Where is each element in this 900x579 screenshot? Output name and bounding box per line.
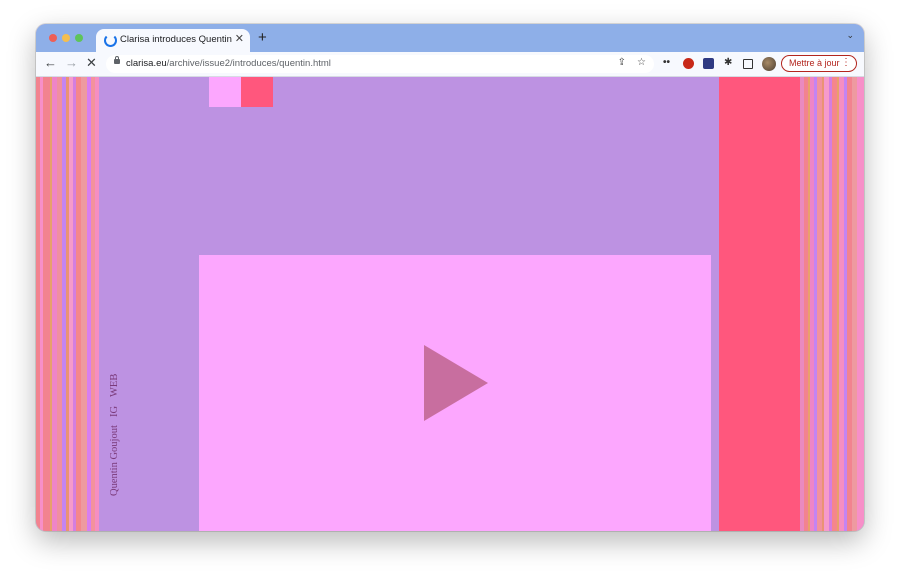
address-bar[interactable]: clarisa.eu/archive/issue2/introduces/que…	[106, 55, 654, 73]
web-link[interactable]: WEB	[109, 374, 120, 397]
browser-window: Clarisa introduces Quentin ✕ + ⌄ ← → ✕ c…	[36, 24, 864, 531]
red-band	[719, 77, 800, 531]
red-square	[241, 77, 273, 107]
update-button[interactable]: Mettre à jour ⋮	[781, 55, 857, 72]
page-content: WEB IG Quentin Goujout	[36, 77, 864, 531]
pink-square	[209, 77, 241, 107]
tab-search-chevron-down-icon[interactable]: ⌄	[846, 30, 854, 41]
update-button-label: Mettre à jour	[789, 58, 840, 68]
puzzle-icon[interactable]: ✱	[724, 57, 732, 68]
toolbar: ← → ✕ clarisa.eu/archive/issue2/introduc…	[36, 52, 864, 77]
kebab-menu-icon[interactable]: ⋮	[841, 57, 851, 68]
tab-title: Clarisa introduces Quentin	[120, 34, 232, 45]
minimize-window-button[interactable]	[62, 34, 70, 42]
zoom-window-button[interactable]	[75, 34, 83, 42]
name-link[interactable]: Quentin Goujout	[109, 425, 120, 496]
back-button[interactable]: ←	[44, 55, 57, 70]
play-icon[interactable]	[424, 345, 488, 421]
video-player[interactable]	[199, 255, 711, 531]
loading-spinner-icon	[104, 34, 117, 47]
lock-icon[interactable]	[114, 56, 120, 64]
main-area: WEB IG Quentin Goujout	[99, 77, 719, 531]
tab-strip: Clarisa introduces Quentin ✕ + ⌄	[36, 24, 864, 52]
forward-button[interactable]: →	[65, 55, 78, 70]
avatar[interactable]	[762, 57, 776, 71]
star-icon[interactable]: ☆	[637, 57, 646, 68]
sidepanel-icon[interactable]	[743, 59, 753, 69]
stop-loading-button[interactable]: ✕	[86, 55, 97, 71]
new-tab-button[interactable]: +	[258, 29, 267, 46]
ig-link[interactable]: IG	[109, 406, 120, 417]
tab-close-icon[interactable]: ✕	[235, 32, 244, 45]
url-host: clarisa.eu	[126, 58, 167, 69]
left-stripes	[36, 77, 99, 531]
ublock-icon[interactable]	[683, 58, 694, 69]
bolt-extension-icon[interactable]	[703, 58, 714, 69]
close-window-button[interactable]	[49, 34, 57, 42]
url-text[interactable]: clarisa.eu/archive/issue2/introduces/que…	[126, 58, 331, 69]
url-path: /archive/issue2/introduces/quentin.html	[166, 58, 331, 69]
extension-dots-icon[interactable]: ••	[663, 57, 670, 68]
tab-active[interactable]: Clarisa introduces Quentin ✕	[96, 29, 250, 52]
right-stripes	[800, 77, 864, 531]
share-icon[interactable]: ⇪	[618, 57, 626, 68]
